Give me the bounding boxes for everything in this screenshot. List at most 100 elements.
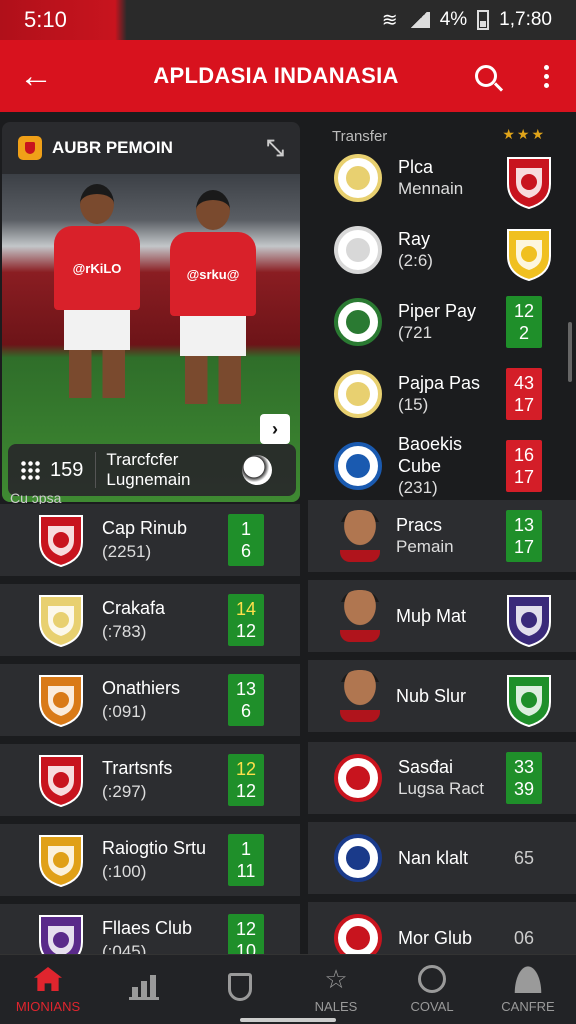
arrow-left-icon[interactable]: ← <box>0 40 72 112</box>
caption-line: Lugnemain <box>106 470 191 489</box>
score-box: 65 <box>506 832 542 884</box>
tab-shield[interactable] <box>192 955 288 1024</box>
transfer-info: Nub Slur <box>396 685 504 707</box>
stats-icon <box>129 973 159 1001</box>
transfer-row[interactable]: Sasđai Lugsa Ract 33 39 <box>308 742 576 818</box>
shirt-sponsor: @srku@ <box>170 232 256 316</box>
search-button[interactable] <box>456 40 516 112</box>
wifi-icon: ≋ <box>381 9 398 31</box>
club-crest-icon <box>36 752 86 808</box>
club-row[interactable]: Raiogtio Srtu (:100) 1 11 <box>0 824 300 900</box>
club-sub: (2251) <box>102 542 152 561</box>
score-box: 12 12 <box>228 754 264 806</box>
chevron-right-icon[interactable]: › <box>260 414 290 444</box>
score-top: 12 <box>235 919 257 939</box>
transfer-row[interactable]: Pajpa Pas (15) 43 17 <box>308 358 576 430</box>
transfer-name: Plca <box>398 157 434 177</box>
share-icon[interactable]: ⤡ <box>266 135 284 161</box>
transfer-sub: (721 <box>398 323 433 342</box>
club-crest-icon <box>334 370 382 418</box>
transfer-name: Pajpa Pas <box>398 373 481 393</box>
club-crest-shape <box>39 675 83 728</box>
more-button[interactable] <box>516 40 576 112</box>
score-top: 14 <box>235 599 257 619</box>
club-crest-icon <box>36 592 86 648</box>
transfer-row[interactable]: Muþ Mat <box>308 580 576 656</box>
club-badge-shape <box>507 229 551 282</box>
transfer-row[interactable]: Ray (2:6) <box>308 214 576 286</box>
shield-icon <box>225 972 255 1001</box>
tab-label: MIONIANS <box>15 999 81 1014</box>
club-row[interactable]: Trartsnfs (:297) 12 12 <box>0 744 300 820</box>
player-figure: @srku@ <box>170 190 256 404</box>
featured-card[interactable]: AUBR PEMOIN ⤡ @rKiLO @srku@ › 159 Trarcf… <box>2 122 300 502</box>
tab-profile[interactable]: CANFRE <box>480 955 576 1024</box>
club-crest-shape <box>39 515 83 568</box>
club-badge-shape <box>507 675 551 728</box>
tab-label: COVAL <box>410 999 454 1014</box>
transfer-name: Sasđai <box>398 757 454 777</box>
score-top: 1 <box>240 839 251 859</box>
score-top: 06 <box>513 928 535 948</box>
score-bottom: 17 <box>513 395 535 415</box>
transfer-name: Nub Slur <box>396 686 467 706</box>
featured-title: AUBR PEMOIN <box>52 138 173 157</box>
transfer-row[interactable]: Pracs Pemain 13 17 <box>308 500 576 576</box>
club-badge-icon <box>504 672 551 728</box>
club-info: Trartsnfs (:297) <box>102 756 228 804</box>
gallery-count-value: 159 <box>50 458 84 481</box>
tab-star[interactable]: ☆ NALES <box>288 955 384 1024</box>
tab-label: CANFRE <box>501 999 555 1014</box>
score-box: 12 2 <box>506 296 542 348</box>
score-bottom: 6 <box>240 541 251 561</box>
signal-icon <box>407 12 430 28</box>
transfer-info: Nan klalt <box>398 847 506 869</box>
club-crest-shape <box>334 298 382 346</box>
club-name: Raiogtio Srtu <box>102 838 207 858</box>
tab-clock[interactable]: COVAL <box>384 955 480 1024</box>
score-bottom: 2 <box>518 323 529 343</box>
home-indicator <box>240 1018 336 1022</box>
bottom-nav: MIONIANS ☆ NALES COVAL CANFRE <box>0 954 576 1024</box>
transfer-row[interactable]: Nub Slur <box>308 660 576 736</box>
rating-stars: ★★★ <box>502 126 546 142</box>
club-crest-icon <box>334 834 382 882</box>
score-top: 65 <box>513 848 535 868</box>
club-crest-icon <box>334 154 382 202</box>
score-bottom: 17 <box>513 467 535 487</box>
tab-home[interactable]: MIONIANS <box>0 955 96 1024</box>
tab-stats[interactable] <box>96 955 192 1024</box>
home-icon <box>33 965 63 993</box>
club-crest-icon <box>36 512 86 568</box>
player-avatar <box>340 590 380 642</box>
club-crest-shape <box>334 226 382 274</box>
club-row[interactable]: Onathiers (:091) 13 6 <box>0 664 300 740</box>
profile-icon <box>513 965 543 993</box>
score-top: 12 <box>513 301 535 321</box>
club-badge-shape <box>507 595 551 648</box>
transfer-row[interactable]: Plca Mennain <box>308 142 576 214</box>
battery-icon <box>477 10 490 30</box>
club-crest-shape <box>39 595 83 648</box>
club-crest-icon <box>334 442 382 490</box>
featured-overlay[interactable]: 159 Trarcfcfer Lugnemain <box>8 444 296 496</box>
transfer-row[interactable]: Nan klalt 65 <box>308 822 576 898</box>
club-badge-icon <box>504 154 551 210</box>
shirt-sponsor: @rKiLO <box>54 226 140 310</box>
club-crest-icon <box>36 832 86 888</box>
transfer-name: Nan klalt <box>398 848 469 868</box>
club-crest-icon <box>334 754 382 802</box>
club-info: Cap Rinub (2251) <box>102 516 228 564</box>
club-row[interactable]: Cap Rinub (2251) 1 6 <box>0 504 300 580</box>
caption-line: Trarcfcfer <box>106 450 179 469</box>
transfer-sub: Mennain <box>398 179 464 198</box>
score-box: 14 12 <box>228 594 264 646</box>
featured-header: AUBR PEMOIN ⤡ <box>2 122 300 174</box>
transfer-row[interactable]: Piper Pay (721 12 2 <box>308 286 576 358</box>
club-name: Trartsnfs <box>102 758 173 778</box>
transfer-row[interactable]: Baoekis Cube (231) 16 17 <box>308 430 576 502</box>
score-bottom: 12 <box>235 621 257 641</box>
transfer-name: Baoekis Cube <box>398 434 463 476</box>
transfer-name: Pracs <box>396 515 443 535</box>
club-row[interactable]: Crakafa (:783) 14 12 <box>0 584 300 660</box>
